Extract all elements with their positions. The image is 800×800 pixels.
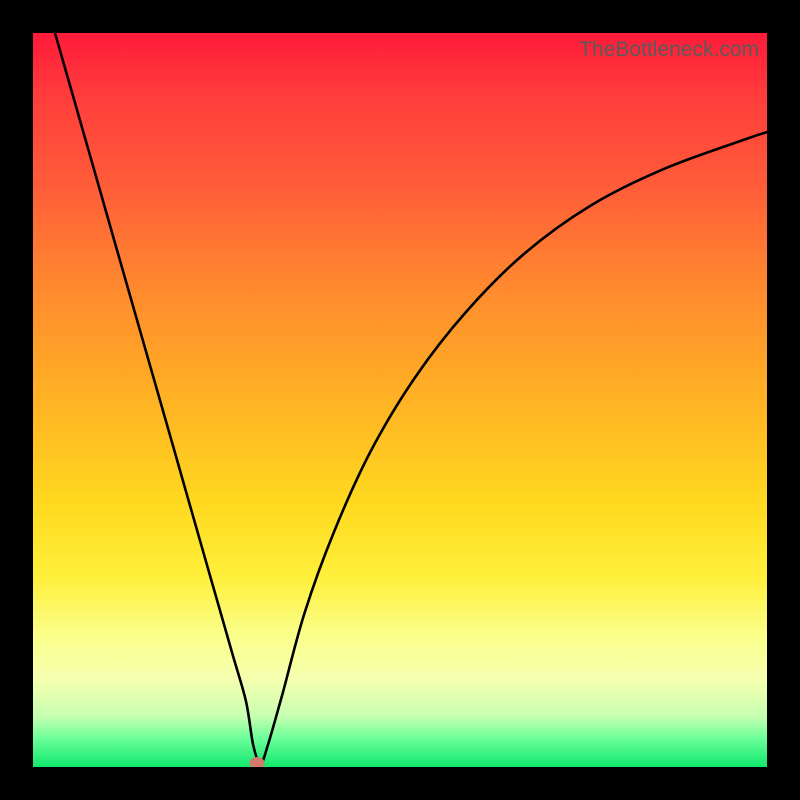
plot-area: TheBottleneck.com [33,33,767,767]
bottleneck-curve [33,33,767,767]
chart-frame: TheBottleneck.com [0,0,800,800]
minimum-marker [249,757,264,767]
curve-path [55,33,767,763]
